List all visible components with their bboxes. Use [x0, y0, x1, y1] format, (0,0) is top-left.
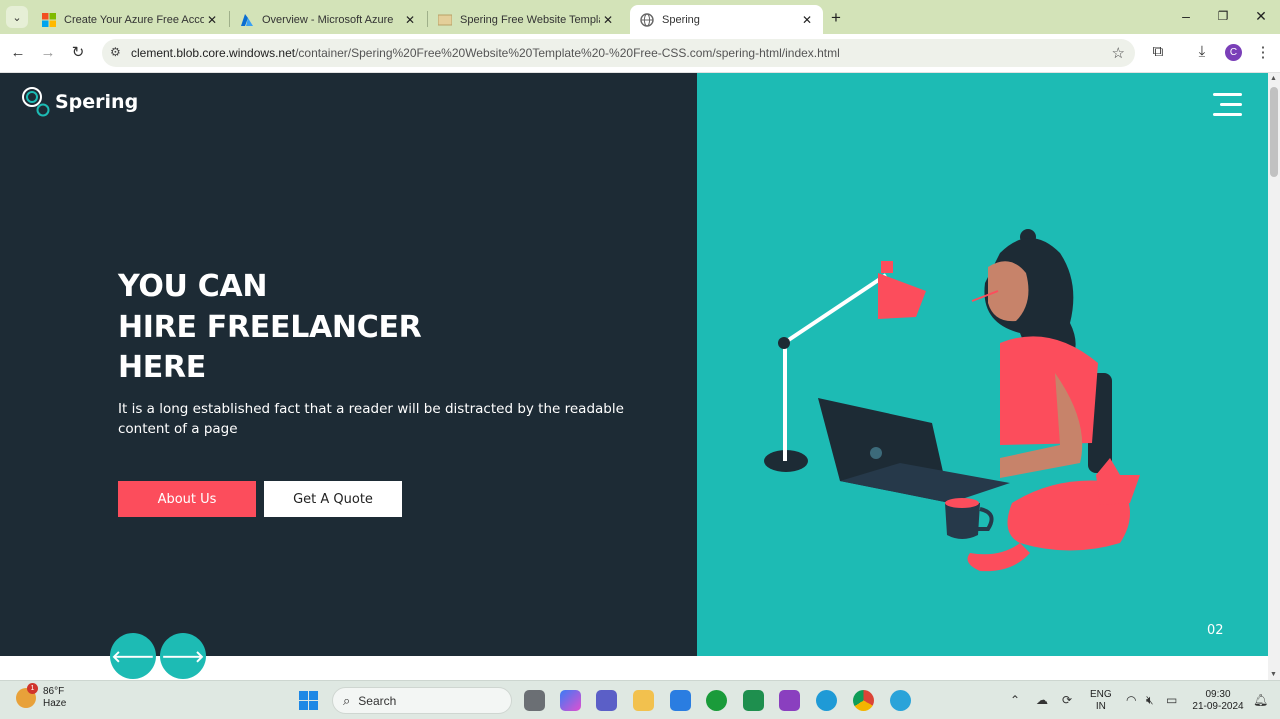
browser-tab-strip: ⌄ Create Your Azure Free Account ✕ Overv…	[0, 0, 1280, 34]
task-view-icon[interactable]	[524, 690, 545, 711]
weather-widget[interactable]: 1 86°F Haze	[16, 683, 66, 710]
close-icon[interactable]: ✕	[799, 13, 815, 27]
freelancer-illustration	[764, 229, 1140, 572]
clock-date: 21-09-2024	[1192, 701, 1244, 712]
language-indicator[interactable]: ENG IN	[1090, 689, 1112, 713]
bookmark-star-icon[interactable]: ☆	[1112, 44, 1125, 62]
language-code: ENG	[1090, 689, 1112, 700]
weather-temp: 86°F	[43, 686, 65, 697]
profile-avatar[interactable]: C	[1225, 44, 1242, 61]
chrome-icon[interactable]	[853, 690, 874, 711]
sync-icon[interactable]: ⟳	[1062, 693, 1072, 707]
new-tab-plus-icon[interactable]: +	[831, 8, 841, 28]
hero-title-line: HIRE FREELANCER	[118, 309, 422, 345]
scroll-up-arrow-icon[interactable]: ▲	[1270, 75, 1277, 82]
window-close-icon[interactable]: ✕	[1251, 8, 1271, 25]
wifi-icon[interactable]: ◠	[1126, 693, 1136, 707]
microsoft-logo-icon	[42, 12, 56, 27]
address-bar[interactable]: ⚙ clement.blob.core.windows.net/containe…	[102, 39, 1135, 67]
logo-text: Spering	[55, 91, 139, 113]
url-text[interactable]: clement.blob.core.windows.net/container/…	[131, 46, 840, 60]
get-a-quote-button[interactable]: Get A Quote	[264, 481, 402, 517]
url-path: /container/Spering%20Free%20Website%20Te…	[295, 46, 840, 60]
url-host: clement.blob.core.windows.net	[131, 46, 296, 60]
file-explorer-icon[interactable]	[633, 690, 654, 711]
weather-text: 86°F Haze	[43, 686, 66, 710]
slide-number: 02	[1207, 623, 1224, 638]
logo-circles-icon	[20, 86, 52, 118]
extensions-icon[interactable]: ⧉	[1148, 43, 1168, 60]
hero-title: YOU CAN HIRE FREELANCER HERE	[118, 267, 422, 389]
next-slide-arrow-icon[interactable]: 🡒	[160, 633, 206, 679]
page-scrollbar[interactable]: ▲ ▼	[1268, 73, 1280, 680]
teams-icon[interactable]	[596, 690, 617, 711]
clock[interactable]: 09:30 21-09-2024	[1190, 689, 1246, 713]
media-player-icon[interactable]	[779, 690, 800, 711]
site-info-icon[interactable]: ⚙	[110, 45, 121, 59]
notification-bell-icon[interactable]: 🔔︎	[1253, 693, 1268, 707]
tab-title: Overview - Microsoft Azure	[262, 13, 394, 26]
hero-subtitle: It is a long established fact that a rea…	[118, 401, 624, 437]
copilot-icon[interactable]	[560, 690, 581, 711]
search-label: Search	[358, 693, 397, 708]
menu-dots-icon[interactable]: ⋮	[1253, 43, 1273, 61]
download-icon[interactable]: ⤓	[1192, 43, 1212, 60]
maximize-icon[interactable]: ❐	[1213, 9, 1233, 23]
xbox-icon[interactable]	[706, 690, 727, 711]
tab-title: Spering Free Website Template	[460, 13, 600, 26]
scrollbar-thumb[interactable]	[1270, 87, 1278, 177]
reload-icon[interactable]: ↻	[68, 43, 88, 63]
edge-icon[interactable]	[816, 690, 837, 711]
tab-azure-overview[interactable]: Overview - Microsoft Azure ✕	[230, 5, 426, 34]
tab-spering[interactable]: Spering ✕	[630, 5, 823, 34]
microsoft-store-icon[interactable]	[670, 690, 691, 711]
hamburger-menu-icon[interactable]	[1213, 93, 1242, 117]
website-thumbnail-icon	[437, 13, 453, 27]
show-hidden-icons-chevron-icon[interactable]: ⌃	[1010, 693, 1020, 707]
windows-start-icon[interactable]	[299, 691, 318, 710]
about-us-button[interactable]: About Us	[118, 481, 256, 517]
battery-icon[interactable]: ▭	[1166, 693, 1177, 707]
scroll-down-arrow-icon[interactable]: ▼	[1270, 671, 1277, 678]
clock-time: 09:30	[1205, 689, 1231, 700]
tab-title: Spering	[662, 13, 700, 26]
forward-arrow-icon[interactable]: →	[38, 43, 58, 63]
close-icon[interactable]: ✕	[204, 13, 220, 27]
tab-azure-free-account[interactable]: Create Your Azure Free Account ✕	[32, 5, 228, 34]
close-icon[interactable]: ✕	[600, 13, 616, 27]
azure-logo-icon	[240, 13, 254, 27]
weather-desc: Haze	[43, 698, 67, 709]
taskbar-search[interactable]: ⌕ Search	[332, 687, 512, 714]
globe-icon	[640, 12, 654, 27]
site-logo[interactable]: Spering	[20, 86, 138, 118]
web-page: Spering YOU CAN HIRE FREELANCER HERE It …	[0, 73, 1280, 680]
browser-toolbar: ← → ↻ ⚙ clement.blob.core.windows.net/co…	[0, 34, 1280, 73]
back-arrow-icon[interactable]: ←	[8, 43, 28, 63]
search-icon: ⌕	[343, 692, 351, 708]
close-icon[interactable]: ✕	[402, 13, 418, 27]
prev-slide-arrow-icon[interactable]: 🡐	[110, 633, 156, 679]
minimize-icon[interactable]: –	[1176, 8, 1196, 24]
language-region: IN	[1095, 701, 1106, 712]
weather-badge: 1	[27, 683, 38, 694]
onedrive-icon[interactable]: ☁	[1036, 693, 1048, 707]
meet-icon[interactable]	[743, 690, 764, 711]
windows-taskbar: 1 86°F Haze ⌕ Search ⌃ ☁ ⟳ ENG IN ◠ 🔇︎ ▭…	[0, 680, 1280, 719]
telegram-icon[interactable]	[890, 690, 911, 711]
tab-title: Create Your Azure Free Account	[64, 13, 204, 26]
volume-muted-icon[interactable]: 🔇︎	[1146, 693, 1154, 708]
tab-spering-template[interactable]: Spering Free Website Template ✕	[428, 5, 624, 34]
hero-title-line: YOU CAN	[118, 269, 268, 304]
tab-search-button[interactable]: ⌄	[6, 6, 28, 28]
weather-haze-icon: 1	[16, 683, 38, 708]
hero-title-line: HERE	[118, 350, 206, 385]
